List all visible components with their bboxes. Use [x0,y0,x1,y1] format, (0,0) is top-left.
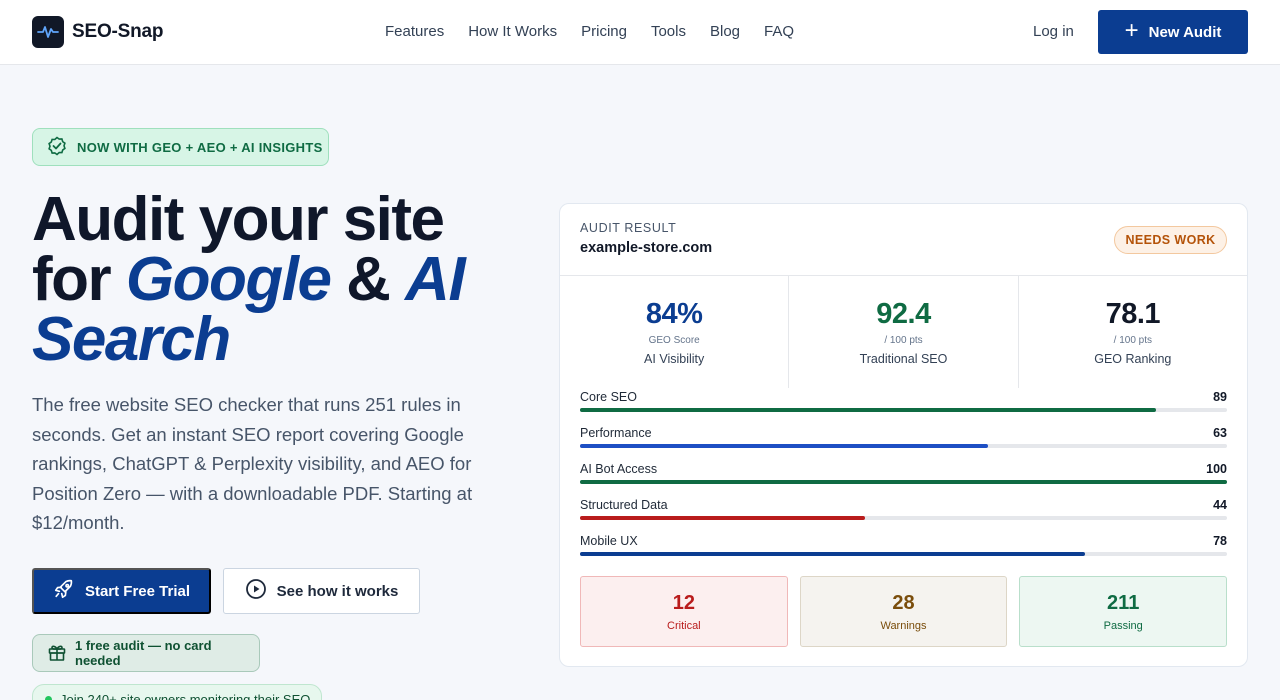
warnings-count: 28 [892,592,915,614]
start-free-trial-button[interactable]: Start Free Trial [32,568,211,614]
bar-structured-data: Structured Data 44 [580,498,1227,534]
headline-amp: & [330,245,406,314]
score-value: 84% [645,298,703,330]
login-link[interactable]: Log in [1033,23,1074,40]
badge-text: NOW WITH GEO + AEO + AI INSIGHTS [77,139,323,155]
top-nav: SEO-Snap Features How It Works Pricing T… [0,0,1280,65]
score-ai-visibility: 84% GEO Score AI Visibility [560,276,788,388]
pulse-icon [32,16,64,48]
bar-ai-bot-access: AI Bot Access 100 [580,462,1227,498]
main-menu: Features How It Works Pricing Tools Blog… [385,23,794,40]
nav-link-tools[interactable]: Tools [651,23,686,40]
score-sub: / 100 pts [884,335,923,346]
score-sub: / 100 pts [1113,335,1152,346]
bar-label: Mobile UX [580,534,638,548]
bar-track [580,552,1227,556]
headline-for: for [32,245,126,314]
passing-label: Passing [1103,620,1143,632]
bar-fill [580,552,1085,556]
bar-track [580,516,1227,520]
category-bars: Core SEO 89 Performance 63 AI Bot Access… [580,390,1227,570]
headline-ai: AI [405,245,466,314]
plus-icon: + [1124,17,1139,44]
warnings-tile[interactable]: 28 Warnings [799,576,1008,647]
bar-label: Structured Data [580,498,668,512]
nav-link-blog[interactable]: Blog [710,23,740,40]
nav-link-how-it-works[interactable]: How It Works [468,23,557,40]
audit-label: AUDIT RESULT [580,221,677,235]
bar-fill [580,480,1227,484]
bar-label: AI Bot Access [580,462,658,476]
score-name: GEO Ranking [1094,352,1172,366]
social-proof-note: Join 240+ site owners monitoring their S… [32,684,322,700]
rocket-icon [53,578,75,604]
bar-value: 63 [1213,426,1227,440]
bar-track [580,480,1227,484]
play-icon [245,578,267,604]
bar-label: Core SEO [580,390,637,404]
hero-headline: Audit your site for Google & AI Search [32,189,552,371]
new-audit-label: New Audit [1148,23,1222,41]
brand-logo[interactable]: SEO-Snap [32,16,164,48]
headline-google: Google [125,245,332,314]
warnings-label: Warnings [880,620,927,632]
passing-count: 211 [1107,592,1140,614]
badge-check-icon [47,135,67,159]
audit-result-card: AUDIT RESULT example-store.com NEEDS WOR… [559,203,1248,667]
score-summary: 84% GEO Score AI Visibility 92.4 / 100 p… [560,276,1247,388]
social-proof-text: Join 240+ site owners monitoring their S… [60,691,311,700]
bar-mobile-ux: Mobile UX 78 [580,534,1227,570]
score-name: AI Visibility [644,352,705,366]
passing-tile[interactable]: 211 Passing [1019,576,1228,647]
critical-count: 12 [672,592,695,614]
score-value: 78.1 [1105,298,1161,330]
score-value: 92.4 [876,298,931,330]
audited-site: example-store.com [580,240,713,256]
see-how-it-works-label: See how it works [276,582,399,600]
critical-label: Critical [667,620,701,632]
nav-link-features[interactable]: Features [385,23,444,40]
headline-line-1: Audit your site [32,185,445,254]
free-audit-text: 1 free audit — no card needed [75,638,212,668]
bar-value: 100 [1206,462,1227,476]
status-dot-icon [45,695,52,700]
bar-value: 78 [1213,534,1227,548]
brand-name: SEO-Snap [72,21,164,42]
audit-card-header: AUDIT RESULT example-store.com NEEDS WOR… [560,204,1247,276]
bar-fill [580,444,988,448]
new-audit-button[interactable]: + New Audit [1098,10,1248,54]
gift-icon [47,642,67,665]
bar-core-seo: Core SEO 89 [580,390,1227,426]
hero-description: The free website SEO checker that runs 2… [32,394,473,533]
critical-tile[interactable]: 12 Critical [580,576,788,647]
bar-label: Performance [580,426,652,440]
feature-badge: NOW WITH GEO + AEO + AI INSIGHTS [32,128,329,166]
nav-link-pricing[interactable]: Pricing [581,23,627,40]
score-sub: GEO Score [648,335,700,346]
bar-fill [580,516,865,520]
headline-search: Search [32,305,231,374]
bar-track [580,408,1227,412]
bar-value: 89 [1213,390,1227,404]
nav-link-faq[interactable]: FAQ [764,23,794,40]
score-name: Traditional SEO [859,352,948,366]
score-geo-ranking: 78.1 / 100 pts GEO Ranking [1017,276,1247,388]
start-free-trial-label: Start Free Trial [84,582,191,600]
free-audit-note: 1 free audit — no card needed [32,634,260,672]
score-traditional-seo: 92.4 / 100 pts Traditional SEO [788,276,1017,388]
status-badge: NEEDS WORK [1114,226,1227,254]
issue-summary: 12 Critical 28 Warnings 211 Passing [580,576,1228,647]
bar-value: 44 [1213,498,1227,512]
bar-track [580,444,1227,448]
bar-fill [580,408,1156,412]
see-how-it-works-button[interactable]: See how it works [223,568,420,614]
bar-performance: Performance 63 [580,426,1227,462]
